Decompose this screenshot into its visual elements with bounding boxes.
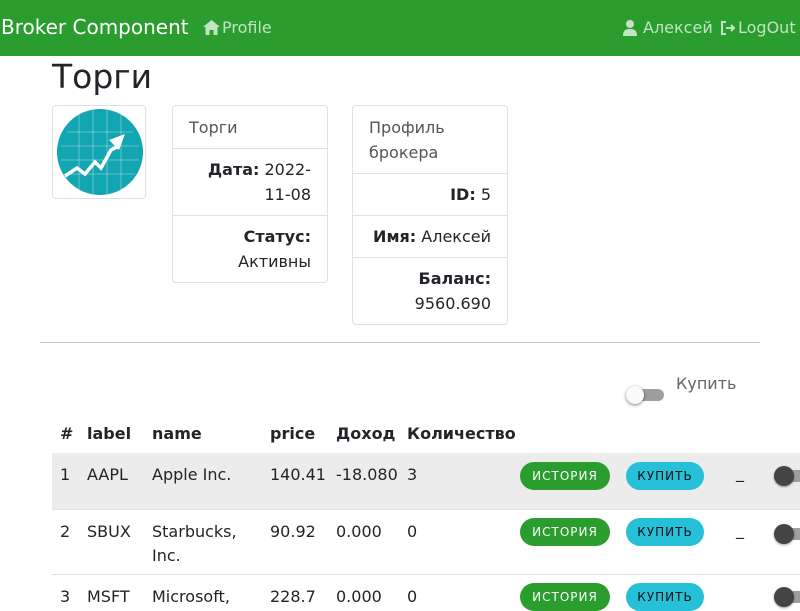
trading-card-header: Торги xyxy=(173,106,327,149)
buy-mode-toggle-label: Купить xyxy=(676,374,737,393)
stock-chart-logo-icon xyxy=(57,109,143,195)
row-toggle[interactable] xyxy=(774,466,800,486)
id-value: 5 xyxy=(480,185,491,204)
row-company-name: Apple Inc. xyxy=(152,465,232,484)
buy-mode-toggle[interactable] xyxy=(626,386,664,404)
date-value: 2022-11-08 xyxy=(264,160,312,204)
profile-link-label: Profile xyxy=(222,18,272,37)
row-toggle[interactable] xyxy=(774,587,800,607)
history-button[interactable]: История xyxy=(520,583,610,611)
row-quantity: 3 xyxy=(407,465,418,484)
row-number: 2 xyxy=(60,522,71,541)
row-quantity: 0 xyxy=(407,587,418,606)
row-number: 1 xyxy=(60,465,71,484)
column-header-label: label xyxy=(87,424,132,443)
id-label: ID: xyxy=(450,185,476,204)
broker-card-header: Профиль брокера xyxy=(353,106,507,174)
broker-id-row: ID: 5 xyxy=(353,174,507,216)
toggle-knob xyxy=(774,466,794,486)
row-price: 140.41 xyxy=(270,465,326,484)
table-row: 3 MSFT Microsoft, 228.7 0.000 0 История … xyxy=(52,575,800,611)
logout-icon xyxy=(721,20,736,35)
row-toggle[interactable] xyxy=(774,524,800,544)
profile-link[interactable]: Profile xyxy=(203,18,272,37)
user-name: Алексей xyxy=(643,18,713,37)
top-navbar: Broker Component Profile Алексей LogOut xyxy=(0,0,800,56)
column-header-quantity: Количество xyxy=(407,424,516,443)
row-ticker: MSFT xyxy=(87,587,130,606)
table-row: 1 AAPL Apple Inc. 140.41 -18.080 3 Истор… xyxy=(52,453,800,510)
row-income: 0.000 xyxy=(336,587,382,606)
row-number: 3 xyxy=(60,587,71,606)
history-button[interactable]: История xyxy=(520,518,610,546)
column-header-name: name xyxy=(152,424,202,443)
balance-value: 9560.690 xyxy=(414,294,491,313)
buy-button[interactable]: Купить xyxy=(626,583,704,611)
trading-info-card: Торги Дата: 2022-11-08 Статус: Активны xyxy=(172,105,328,283)
row-dash: _ xyxy=(736,463,744,482)
row-price: 228.7 xyxy=(270,587,316,606)
balance-label: Баланс: xyxy=(418,269,491,288)
history-button[interactable]: История xyxy=(520,462,610,490)
row-price: 90.92 xyxy=(270,522,316,541)
home-icon xyxy=(203,20,220,35)
table-row: 2 SBUX Starbucks, Inc. 90.92 0.000 0 Ист… xyxy=(52,510,800,575)
row-income: -18.080 xyxy=(336,465,398,484)
logout-link[interactable]: LogOut xyxy=(720,18,796,37)
page-title: Торги xyxy=(52,57,153,96)
broker-balance-row: Баланс: 9560.690 xyxy=(353,258,507,324)
broker-name-row: Имя: Алексей xyxy=(353,216,507,258)
toggle-knob xyxy=(774,524,794,544)
row-income: 0.000 xyxy=(336,522,382,541)
user-link[interactable]: Алексей xyxy=(623,18,713,37)
row-company-name: Starbucks, Inc. xyxy=(152,522,237,565)
row-dash: _ xyxy=(736,520,744,539)
toggle-knob xyxy=(626,386,644,404)
row-company-name: Microsoft, xyxy=(152,587,230,606)
section-divider xyxy=(40,342,760,343)
row-ticker: AAPL xyxy=(87,465,128,484)
user-icon xyxy=(623,19,637,36)
name-label: Имя: xyxy=(373,227,417,246)
row-ticker: SBUX xyxy=(87,522,131,541)
status-label: Статус: xyxy=(243,227,311,246)
column-header-income: Доход xyxy=(336,424,396,443)
broker-profile-card: Профиль брокера ID: 5 Имя: Алексей Балан… xyxy=(352,105,508,325)
trading-status-row: Статус: Активны xyxy=(173,216,327,282)
toggle-knob xyxy=(774,587,794,607)
date-label: Дата: xyxy=(207,160,260,179)
trading-date-row: Дата: 2022-11-08 xyxy=(173,149,327,216)
status-value: Активны xyxy=(238,252,311,271)
column-header-price: price xyxy=(270,424,316,443)
name-value: Алексей xyxy=(421,227,491,246)
brand-title[interactable]: Broker Component xyxy=(1,15,189,39)
logout-label: LogOut xyxy=(738,18,796,37)
trading-logo xyxy=(52,105,146,199)
row-quantity: 0 xyxy=(407,522,418,541)
buy-button[interactable]: Купить xyxy=(626,518,704,546)
buy-button[interactable]: Купить xyxy=(626,462,704,490)
column-header-number: # xyxy=(60,424,74,443)
